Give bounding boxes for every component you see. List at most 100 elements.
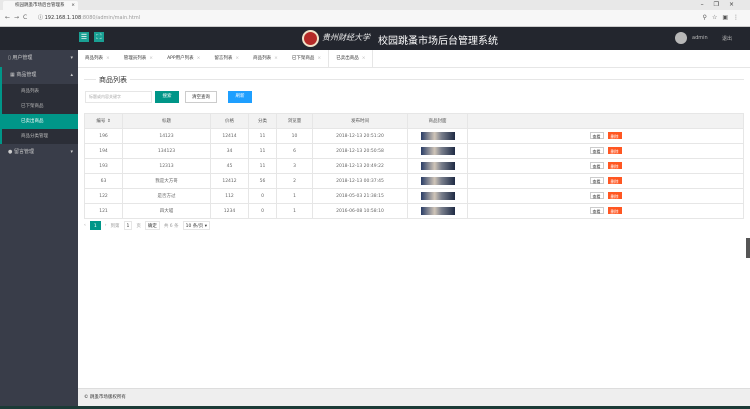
main-content: 商品列表 标题或内容关键字 搜索 清空查询 刷新 编号 ⇕ 标题 价格 分类 浏览量 发布… [78,68,750,388]
view-button[interactable]: 查看 [589,207,604,214]
total-count: 共 6 条 [163,223,179,229]
pagination: ‹ 1 › 到第 1 页 确定 共 6 条 10 条/页 ▾ [84,221,210,230]
logout-link[interactable]: 退出 [722,35,732,42]
menu-toggle-icon[interactable]: ☰ [79,32,89,42]
sidebar-item-goods-list[interactable]: 商品列表 [2,84,78,99]
app-title: 校园跳蚤市场后台管理系统 [378,36,498,47]
search-button[interactable]: 搜索 [155,91,179,103]
page-1[interactable]: 1 [89,221,101,230]
goods-cover-image[interactable] [420,147,455,155]
page-input[interactable]: 1 [123,221,133,230]
page-tabs: 商品列表 × 管理员列表 × APP用户列表 × 留言列表 × 商品列表 × 已下架商品 ×… [78,50,750,68]
goods-cover-image[interactable] [420,207,455,215]
table-cell: 56 [248,173,277,189]
close-icon: × [235,56,240,61]
next-page[interactable]: › [105,223,107,228]
search-input[interactable]: 标题或内容关键字 [85,91,152,103]
delete-button[interactable]: 删除 [607,162,622,169]
table-cell: 11 [248,143,277,159]
column-header[interactable]: 编号 ⇕ [84,113,123,129]
table-cell: 1 [276,203,313,219]
browser-tools-icon[interactable]: ⚲☆▣⋮ [703,14,744,21]
page-size-select[interactable]: 10 条/页 ▾ [182,221,210,230]
prev-page[interactable]: ‹ [84,223,86,228]
sidebar-item-goods-category[interactable]: 商品分类管理 [2,129,78,144]
view-button[interactable]: 查看 [589,162,604,169]
sidebar-item-offline-goods[interactable]: 已下架商品 [2,99,78,114]
column-header: 价格 [210,113,249,129]
table-cell: 11 [248,128,277,144]
delete-button[interactable]: 删除 [607,147,622,154]
view-button[interactable]: 查看 [589,147,604,154]
avatar[interactable] [675,32,687,44]
table-cell: 194 [84,143,123,159]
table-cell: 3 [276,158,313,174]
refresh-button[interactable]: 刷新 [228,91,252,103]
table-cell: 63 [84,173,123,189]
close-tab-icon[interactable]: × [71,1,75,10]
table-cell: 45 [210,158,249,174]
table-cell: 34 [210,143,249,159]
goods-cover-image[interactable] [420,192,455,200]
nav-buttons-icon[interactable]: ←→C [5,14,31,21]
table-cell: 2018-12-13 00:37:45 [312,173,408,189]
fullscreen-icon[interactable]: ⛶ [94,32,104,42]
goods-cover-image[interactable] [420,132,455,140]
tab-admin-list[interactable]: 管理员列表 × [117,50,160,67]
table-cell: 12313 [122,158,211,174]
table-cell: 四大喵 [122,203,211,219]
chevron-down-icon: ▾ [70,149,73,155]
footer: © 跳蚤市场版权所有 [78,388,750,406]
sidebar-item-goods-management[interactable]: ▦ 商品管理 ▴ [2,67,78,84]
table-cell: 134123 [122,143,211,159]
sidebar-item-message-management[interactable]: ● 留言管理 ▾ [0,144,78,161]
username[interactable]: admin [692,35,708,41]
close-icon: × [196,56,201,61]
tab-offline-goods[interactable]: 已下架商品 × [285,50,328,67]
table-cell: 196 [84,128,123,144]
confirm-button[interactable]: 确定 [144,221,160,230]
side-handle[interactable] [746,238,750,258]
delete-button[interactable]: 删除 [607,177,622,184]
tab-sold-goods[interactable]: 已卖出商品 × [328,50,374,67]
close-icon: × [106,56,110,61]
sidebar-item-user-management[interactable]: ▯ 用户管理 ▾ [0,50,78,67]
delete-button[interactable]: 删除 [607,207,622,214]
university-logo [302,30,319,47]
table-cell: 11 [248,158,277,174]
tab-goods-list[interactable]: 商品列表 × [78,50,117,67]
table-cell: 2018-05-03 21:38:15 [312,188,408,204]
browser-tab[interactable]: 校园跳蚤市场后台管理系 × [3,1,78,10]
goods-cover-image[interactable] [420,177,455,185]
table-cell: 1234 [210,203,249,219]
view-button[interactable]: 查看 [589,132,604,139]
window-controls[interactable]: –❐× [701,0,744,10]
table-cell: 2018-12-13 20:50:58 [312,143,408,159]
goods-table: 编号 ⇕ 标题 价格 分类 浏览量 发布时间 商品封面 196 14123 12414 11 10 2… [84,113,744,219]
tab-app-users[interactable]: APP用户列表 × [160,50,207,67]
view-button[interactable]: 查看 [589,192,604,199]
tab-goods-list-2[interactable]: 商品列表 × [246,50,285,67]
close-icon: × [317,56,322,61]
table-cell: 193 [84,158,123,174]
table-cell: 1 [276,188,313,204]
table-cell: 6 [276,143,313,159]
view-button[interactable]: 查看 [589,177,604,184]
tab-messages[interactable]: 留言列表 × [207,50,246,67]
sidebar: ▯ 用户管理 ▾ ▦ 商品管理 ▴ 商品列表 已下架商品 已卖出商品 商品分类管理 … [0,50,78,406]
sidebar-group-goods: ▦ 商品管理 ▴ 商品列表 已下架商品 已卖出商品 商品分类管理 [0,67,78,144]
app-header: ☰ ⛶ 贵州财经大学 校园跳蚤市场后台管理系统 admin 退出 [0,27,750,50]
table-row: 193 12313 45 11 3 2018-12-13 20:49:22 查看 删除 [84,158,744,174]
sidebar-item-sold-goods[interactable]: 已卖出商品 [2,114,78,129]
delete-button[interactable]: 删除 [607,132,622,139]
table-cell: 2 [276,173,313,189]
delete-button[interactable]: 删除 [607,192,622,199]
table-cell: 2016-06-08 10:58:10 [312,203,408,219]
table-cell: 是否方过 [122,188,211,204]
goods-cover-image[interactable] [420,162,455,170]
clear-button[interactable]: 清空查询 [185,91,217,103]
url-field[interactable]: ⓘ 192.168.1.108:8080/admin/main.html [38,14,140,21]
table-cell: 0 [248,188,277,204]
table-row: 63 我是大方哥 12412 56 2 2018-12-13 00:37:45 查看 删除 [84,173,744,189]
table-cell: 12412 [210,173,249,189]
